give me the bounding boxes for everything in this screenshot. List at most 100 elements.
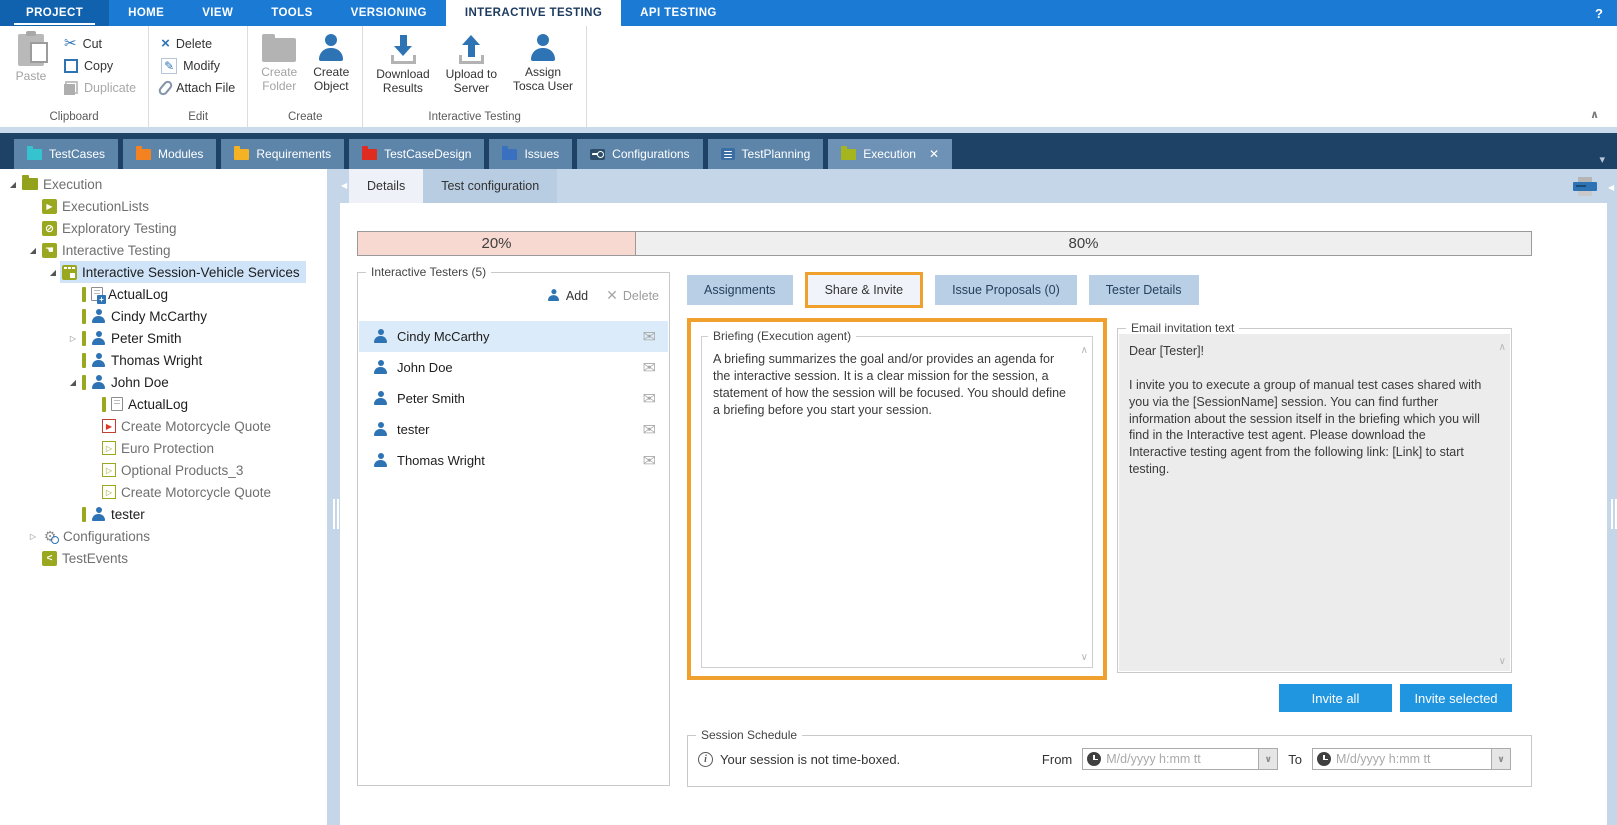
tab-tester-details[interactable]: Tester Details bbox=[1088, 275, 1199, 305]
tree-item[interactable]: ActualLog bbox=[0, 283, 327, 305]
tree-item-icon bbox=[91, 308, 106, 324]
tree-item-icon bbox=[42, 550, 57, 566]
tree-item[interactable]: John Doe bbox=[0, 371, 327, 393]
help-icon[interactable]: ? bbox=[1581, 0, 1617, 26]
tree-item[interactable]: Interactive Testing bbox=[0, 239, 327, 261]
delete-button[interactable]: × Delete bbox=[157, 34, 239, 53]
tree-item[interactable]: Execution bbox=[0, 173, 327, 195]
print-icon[interactable] bbox=[1573, 177, 1597, 196]
email-invitation-textarea[interactable]: Dear [Tester]! I invite you to execute a… bbox=[1129, 343, 1486, 478]
tree-item[interactable]: Peter Smith bbox=[0, 327, 327, 349]
workspace-tab[interactable]: TestCases bbox=[14, 139, 119, 169]
to-datetime-picker[interactable]: M/d/yyyy h:mm tt ∨ bbox=[1312, 748, 1511, 770]
invite-selected-button[interactable]: Invite selected bbox=[1400, 684, 1512, 712]
menu-versioning[interactable]: VERSIONING bbox=[332, 0, 446, 26]
tree-item[interactable]: Cindy McCarthy bbox=[0, 305, 327, 327]
tree-expander-icon[interactable] bbox=[26, 246, 40, 255]
tester-row[interactable]: John Doe ✉ bbox=[359, 352, 668, 383]
tab-folder-icon bbox=[841, 145, 857, 160]
tab-folder-icon bbox=[234, 145, 250, 160]
delete-tester-button[interactable]: ✕ Delete bbox=[606, 287, 659, 304]
tab-test-configuration[interactable]: Test configuration bbox=[423, 169, 558, 203]
workspace-tab[interactable]: TestPlanning bbox=[707, 139, 824, 169]
tree-item[interactable]: Create Motorcycle Quote bbox=[0, 415, 327, 437]
briefing-textarea[interactable]: A briefing summarizes the goal and/or pr… bbox=[713, 351, 1068, 419]
right-panel-splitter[interactable]: ◀ bbox=[1607, 169, 1617, 825]
briefing-highlight-box: Briefing (Execution agent) A briefing su… bbox=[687, 318, 1107, 680]
chevron-down-icon[interactable]: ∨ bbox=[1491, 749, 1510, 769]
envelope-icon[interactable]: ✉ bbox=[643, 451, 656, 471]
tab-details[interactable]: Details bbox=[349, 169, 424, 203]
tree-item[interactable]: Exploratory Testing bbox=[0, 217, 327, 239]
tab-share-invite[interactable]: Share & Invite bbox=[804, 272, 924, 308]
tree-item[interactable]: ActualLog bbox=[0, 393, 327, 415]
duplicate-button[interactable]: Duplicate bbox=[60, 78, 140, 97]
tree-item[interactable]: Euro Protection bbox=[0, 437, 327, 459]
workspace-tab[interactable]: Modules bbox=[123, 139, 217, 169]
envelope-icon[interactable]: ✉ bbox=[643, 420, 656, 440]
interactive-testers-panel: Interactive Testers (5) Add ✕ Delete Cin… bbox=[357, 265, 670, 786]
tester-row[interactable]: tester ✉ bbox=[359, 414, 668, 445]
menu-view[interactable]: VIEW bbox=[183, 0, 252, 26]
add-tester-button[interactable]: Add bbox=[546, 288, 588, 303]
assign-tosca-user-button[interactable]: Assign Tosca User bbox=[508, 30, 578, 95]
tab-assignments[interactable]: Assignments bbox=[687, 275, 793, 305]
chevron-down-icon[interactable]: ∨ bbox=[1258, 749, 1278, 769]
tree-expander-icon[interactable] bbox=[66, 334, 80, 343]
tree-item[interactable]: Thomas Wright bbox=[0, 349, 327, 371]
from-datetime-picker[interactable]: M/d/yyyy h:mm tt ∨ bbox=[1082, 748, 1279, 770]
tree-item[interactable]: tester bbox=[0, 503, 327, 525]
cut-button[interactable]: ✂ Cut bbox=[60, 34, 140, 53]
session-schedule-panel: Session Schedule i Your session is not t… bbox=[687, 728, 1532, 787]
menu-api-testing[interactable]: API TESTING bbox=[621, 0, 736, 26]
tree-expander-icon[interactable] bbox=[26, 532, 40, 541]
invite-all-button[interactable]: Invite all bbox=[1279, 684, 1392, 712]
collapse-right-icon[interactable]: ◀ bbox=[1608, 183, 1614, 192]
scroll-down-icon[interactable]: ∨ bbox=[1081, 652, 1088, 663]
tree-item[interactable]: ExecutionLists bbox=[0, 195, 327, 217]
workspace-tab[interactable]: Configurations bbox=[577, 139, 703, 169]
tree-splitter[interactable] bbox=[327, 169, 340, 825]
tree-item[interactable]: Interactive Session-Vehicle Services bbox=[0, 261, 327, 283]
tree-item[interactable]: TestEvents bbox=[0, 547, 327, 569]
envelope-icon[interactable]: ✉ bbox=[643, 389, 656, 409]
workspace-tab[interactable]: Issues bbox=[489, 139, 573, 169]
workspace-tab[interactable]: TestCaseDesign bbox=[349, 139, 485, 169]
olive-bar-icon bbox=[82, 308, 86, 324]
menu-home[interactable]: HOME bbox=[109, 0, 183, 26]
attach-file-button[interactable]: Attach File bbox=[157, 78, 239, 97]
menu-tools[interactable]: TOOLS bbox=[252, 0, 331, 26]
workspace-tab[interactable]: Execution ✕ bbox=[828, 139, 953, 169]
envelope-icon[interactable]: ✉ bbox=[643, 327, 656, 347]
copy-button[interactable]: Copy bbox=[60, 56, 140, 75]
tab-issue-proposals[interactable]: Issue Proposals (0) bbox=[935, 275, 1077, 305]
menu-interactive-testing[interactable]: INTERACTIVE TESTING bbox=[445, 0, 622, 26]
tree-expander-icon[interactable] bbox=[66, 378, 80, 387]
tester-row[interactable]: Cindy McCarthy ✉ bbox=[359, 321, 668, 352]
scroll-up-icon[interactable]: ∧ bbox=[1499, 342, 1506, 353]
ribbon-collapse-icon[interactable]: ∧ bbox=[1590, 108, 1599, 121]
close-icon[interactable]: ✕ bbox=[929, 147, 939, 161]
collapse-left-icon[interactable]: ◀ bbox=[341, 181, 347, 190]
envelope-icon[interactable]: ✉ bbox=[643, 358, 656, 378]
modify-button[interactable]: ✎ Modify bbox=[157, 56, 239, 75]
group-label-edit: Edit bbox=[188, 111, 209, 123]
tree-expander-icon[interactable] bbox=[46, 268, 60, 277]
scroll-down-icon[interactable]: ∨ bbox=[1499, 656, 1506, 667]
workspace-tab[interactable]: Requirements bbox=[221, 139, 345, 169]
tester-row[interactable]: Peter Smith ✉ bbox=[359, 383, 668, 414]
download-results-button[interactable]: Download Results bbox=[371, 30, 434, 97]
tree-item[interactable]: Create Motorcycle Quote bbox=[0, 481, 327, 503]
create-folder-button[interactable]: Create Folder bbox=[256, 30, 302, 95]
paste-button[interactable]: Paste bbox=[8, 30, 54, 86]
tab-folder-icon bbox=[362, 145, 378, 160]
tester-row[interactable]: Thomas Wright ✉ bbox=[359, 445, 668, 476]
tree-item[interactable]: Optional Products_3 bbox=[0, 459, 327, 481]
upload-to-server-button[interactable]: Upload to Server bbox=[441, 30, 502, 97]
menu-project[interactable]: PROJECT bbox=[0, 0, 110, 26]
create-object-button[interactable]: Create Object bbox=[308, 30, 354, 95]
session-progress-bar: 20% 80% bbox=[357, 231, 1532, 256]
scroll-up-icon[interactable]: ∧ bbox=[1081, 345, 1088, 356]
tree-item[interactable]: Configurations bbox=[0, 525, 327, 547]
tree-expander-icon[interactable] bbox=[6, 180, 20, 189]
